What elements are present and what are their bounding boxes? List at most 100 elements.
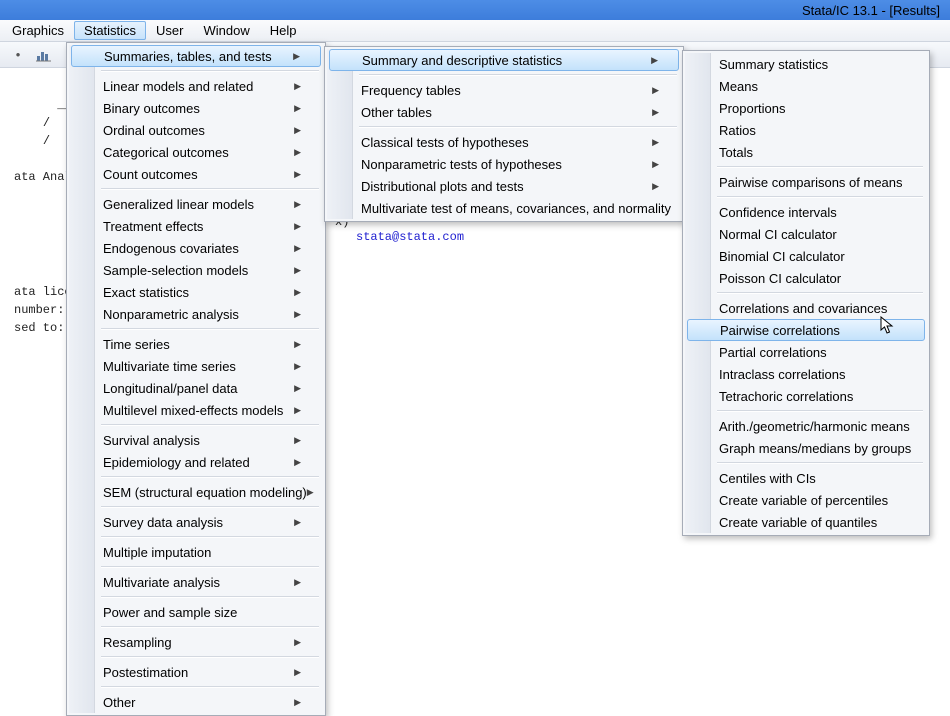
- statistics-menu-item[interactable]: Count outcomes▶: [69, 163, 323, 185]
- summary-stats-submenu-item[interactable]: Correlations and covariances: [685, 297, 927, 319]
- summary-stats-submenu-item[interactable]: Confidence intervals: [685, 201, 927, 223]
- statistics-menu-item[interactable]: Multiple imputation: [69, 541, 323, 563]
- text-fragment: ata Anal: [14, 170, 72, 184]
- submenu-arrow-icon: ▶: [307, 487, 314, 498]
- main-menu-bar: GraphicsStatisticsUserWindowHelp: [0, 20, 950, 42]
- statistics-menu-item[interactable]: SEM (structural equation modeling)▶: [69, 481, 323, 503]
- submenu-arrow-icon: ▶: [294, 637, 301, 648]
- submenu-arrow-icon: ▶: [294, 435, 301, 446]
- menu-window[interactable]: Window: [194, 21, 260, 40]
- submenu-arrow-icon: ▶: [294, 125, 301, 136]
- menu-help[interactable]: Help: [260, 21, 307, 40]
- statistics-menu-item[interactable]: Ordinal outcomes▶: [69, 119, 323, 141]
- menu-item-label: Centiles with CIs: [719, 471, 816, 486]
- submenu-arrow-icon: ▶: [294, 309, 301, 320]
- summary-stats-submenu-item[interactable]: Centiles with CIs: [685, 467, 927, 489]
- statistics-menu-item[interactable]: Endogenous covariates▶: [69, 237, 323, 259]
- statistics-menu-item[interactable]: Survey data analysis▶: [69, 511, 323, 533]
- menu-user[interactable]: User: [146, 21, 193, 40]
- menu-item-label: Nonparametric analysis: [103, 307, 239, 322]
- statistics-menu-item[interactable]: Nonparametric analysis ▶: [69, 303, 323, 325]
- submenu-arrow-icon: ▶: [294, 697, 301, 708]
- summary-stats-submenu-item[interactable]: Pairwise comparisons of means: [685, 171, 927, 193]
- summaries-submenu-item[interactable]: Multivariate test of means, covariances,…: [327, 197, 681, 219]
- statistics-menu-item[interactable]: Multivariate time series ▶: [69, 355, 323, 377]
- statistics-menu-item[interactable]: Generalized linear models▶: [69, 193, 323, 215]
- summary-stats-submenu: Summary statistics Means ProportionsRatios…: [682, 50, 930, 536]
- summaries-submenu-item[interactable]: Other tables▶: [327, 101, 681, 123]
- summaries-submenu-item[interactable]: Nonparametric tests of hypotheses▶: [327, 153, 681, 175]
- menu-item-label: Other tables: [361, 105, 432, 120]
- statistics-menu-item[interactable]: Time series▶: [69, 333, 323, 355]
- statistics-menu-item[interactable]: Categorical outcomes▶: [69, 141, 323, 163]
- support-email-link[interactable]: stata@stata.com: [356, 228, 464, 246]
- statistics-menu-item[interactable]: Binary outcomes▶: [69, 97, 323, 119]
- submenu-arrow-icon: ▶: [294, 577, 301, 588]
- menu-separator: [717, 196, 923, 198]
- statistics-menu-item[interactable]: Other ▶: [69, 691, 323, 713]
- menu-item-label: Generalized linear models: [103, 197, 254, 212]
- menu-item-label: Sample-selection models: [103, 263, 248, 278]
- statistics-menu-item[interactable]: Exact statistics▶: [69, 281, 323, 303]
- summary-stats-submenu-item[interactable]: Ratios: [685, 119, 927, 141]
- summary-stats-submenu-item[interactable]: Normal CI calculator: [685, 223, 927, 245]
- menu-item-label: Count outcomes: [103, 167, 198, 182]
- menu-item-label: Multivariate time series: [103, 359, 236, 374]
- summaries-submenu: Summary and descriptive statistics▶ Frequ…: [324, 46, 684, 222]
- menu-item-label: Means: [719, 79, 758, 94]
- summary-stats-submenu-item[interactable]: Tetrachoric correlations: [685, 385, 927, 407]
- dot-icon[interactable]: •: [8, 45, 28, 65]
- menu-item-label: Multivariate test of means, covariances,…: [361, 201, 671, 216]
- menu-item-label: Treatment effects: [103, 219, 203, 234]
- summaries-submenu-item[interactable]: Summary and descriptive statistics▶: [329, 49, 679, 71]
- menu-item-label: Graph means/medians by groups: [719, 441, 911, 456]
- summaries-submenu-item[interactable]: Classical tests of hypotheses ▶: [327, 131, 681, 153]
- summary-stats-submenu-item[interactable]: Proportions: [685, 97, 927, 119]
- menu-item-label: Other: [103, 695, 136, 710]
- statistics-menu-item[interactable]: Treatment effects▶: [69, 215, 323, 237]
- submenu-arrow-icon: ▶: [294, 361, 301, 372]
- submenu-arrow-icon: ▶: [294, 667, 301, 678]
- menu-item-label: Survival analysis: [103, 433, 200, 448]
- summary-stats-submenu-item[interactable]: Poisson CI calculator: [685, 267, 927, 289]
- menu-item-label: Time series: [103, 337, 170, 352]
- summaries-submenu-item[interactable]: Frequency tables▶: [327, 79, 681, 101]
- statistics-menu-item[interactable]: Resampling▶: [69, 631, 323, 653]
- statistics-menu-item[interactable]: Sample-selection models▶: [69, 259, 323, 281]
- submenu-arrow-icon: ▶: [651, 55, 658, 66]
- menu-item-label: Multiple imputation: [103, 545, 211, 560]
- menu-item-label: Confidence intervals: [719, 205, 837, 220]
- bar-chart-icon[interactable]: [34, 45, 54, 65]
- menu-separator: [717, 462, 923, 464]
- submenu-arrow-icon: ▶: [294, 457, 301, 468]
- summary-stats-submenu-item[interactable]: Intraclass correlations: [685, 363, 927, 385]
- summary-stats-submenu-item[interactable]: Means: [685, 75, 927, 97]
- summary-stats-submenu-item[interactable]: Summary statistics: [685, 53, 927, 75]
- summary-stats-submenu-item[interactable]: Pairwise correlations: [687, 319, 925, 341]
- submenu-arrow-icon: ▶: [652, 137, 659, 148]
- menu-statistics[interactable]: Statistics: [74, 21, 146, 40]
- summary-stats-submenu-item[interactable]: Binomial CI calculator: [685, 245, 927, 267]
- summary-stats-submenu-item[interactable]: Create variable of percentiles: [685, 489, 927, 511]
- menu-item-label: Epidemiology and related: [103, 455, 250, 470]
- summaries-submenu-item[interactable]: Distributional plots and tests▶: [327, 175, 681, 197]
- menu-item-label: Classical tests of hypotheses: [361, 135, 529, 150]
- summary-stats-submenu-item[interactable]: Graph means/medians by groups: [685, 437, 927, 459]
- statistics-menu-item[interactable]: Summaries, tables, and tests▶: [71, 45, 321, 67]
- statistics-menu-item[interactable]: Survival analysis ▶: [69, 429, 323, 451]
- summary-stats-submenu-item[interactable]: Partial correlations: [685, 341, 927, 363]
- summary-stats-submenu-item[interactable]: Arith./geometric/harmonic means: [685, 415, 927, 437]
- menu-graphics[interactable]: Graphics: [2, 21, 74, 40]
- statistics-menu-item[interactable]: Power and sample size: [69, 601, 323, 623]
- statistics-menu-item[interactable]: Epidemiology and related ▶: [69, 451, 323, 473]
- statistics-menu-item[interactable]: Multilevel mixed-effects models▶: [69, 399, 323, 421]
- statistics-menu-item[interactable]: Longitudinal/panel data▶: [69, 377, 323, 399]
- summary-stats-submenu-item[interactable]: Create variable of quantiles: [685, 511, 927, 533]
- summary-stats-submenu-item[interactable]: Totals: [685, 141, 927, 163]
- menu-separator: [101, 424, 319, 426]
- menu-separator: [101, 70, 319, 72]
- menu-item-label: Summary statistics: [719, 57, 828, 72]
- statistics-menu-item[interactable]: Multivariate analysis▶: [69, 571, 323, 593]
- menu-item-label: Tetrachoric correlations: [719, 389, 853, 404]
- statistics-menu-item[interactable]: Linear models and related▶: [69, 75, 323, 97]
